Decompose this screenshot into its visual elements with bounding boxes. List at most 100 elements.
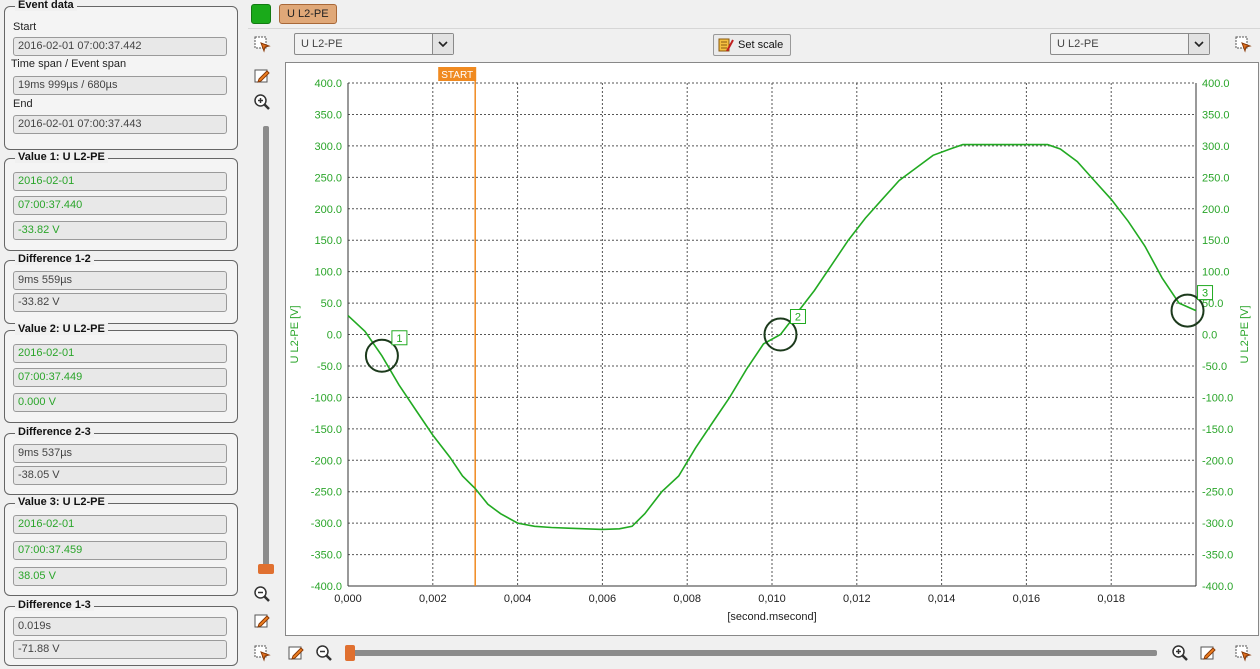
active-channel-indicator[interactable] [251,4,271,24]
x-tick-label: 0,012 [843,593,871,605]
y-tick-label-left: 200.0 [314,204,342,216]
value1-value-field[interactable]: -33.82 V [13,221,227,240]
start-field[interactable]: 2016-02-01 07:00:37.442 [13,37,227,56]
y-tick-label-left: -400.0 [311,581,342,593]
value3-title: Value 3: U L2-PE [15,496,108,508]
y-tick-label-left: 300.0 [314,141,342,153]
y-tick-label-right: 0.0 [1202,330,1217,342]
end-label: End [13,98,33,110]
zoom-in-icon[interactable] [1170,643,1190,663]
value1-group: Value 1: U L2-PE 2016-02-01 07:00:37.440… [4,151,238,251]
channel-tag-button[interactable]: U L2-PE [279,4,337,24]
value1-title: Value 1: U L2-PE [15,151,108,163]
value2-value-field[interactable]: 0.000 V [13,393,227,412]
select-cursor-icon[interactable] [1233,34,1253,54]
diff12-title: Difference 1-2 [15,253,94,265]
value3-group: Value 3: U L2-PE 2016-02-01 07:00:37.459… [4,496,238,596]
y-tick-label-left: 400.0 [314,78,342,90]
y-axis-label-right: U L2-PE [V] [1239,305,1251,363]
end-field[interactable]: 2016-02-01 07:00:37.443 [13,115,227,134]
diff13-group: Difference 1-3 0.019s -71.88 V [4,599,238,666]
y-tick-label-right: -250.0 [1202,487,1233,499]
x-tick-label: 0,010 [758,593,786,605]
y-axis-label-left: U L2-PE [V] [289,305,301,363]
y-tick-label-left: -250.0 [311,487,342,499]
left-channel-select-value: U L2-PE [301,38,343,50]
value2-time-field[interactable]: 07:00:37.449 [13,368,227,387]
diff23-title: Difference 2-3 [15,426,94,438]
value2-title: Value 2: U L2-PE [15,323,108,335]
y-tick-label-left: -300.0 [311,518,342,530]
y-tick-label-right: -350.0 [1202,550,1233,562]
x-tick-label: 0,014 [928,593,956,605]
left-channel-select[interactable]: U L2-PE [294,33,454,55]
diff23-group: Difference 2-3 9ms 537µs -38.05 V [4,426,238,495]
set-scale-button[interactable]: Set scale [713,34,791,56]
diff23-time-field[interactable]: 9ms 537µs [13,444,227,463]
diff12-time-field[interactable]: 9ms 559µs [13,271,227,290]
value1-date-field[interactable]: 2016-02-01 [13,172,227,191]
y-tick-label-right: 100.0 [1202,267,1230,279]
zoom-out-icon[interactable] [314,643,334,663]
value3-value-field[interactable]: 38.05 V [13,567,227,586]
diff23-value-field[interactable]: -38.05 V [13,466,227,485]
x-tick-label: 0,000 [334,593,362,605]
x-tick-label: 0,016 [1013,593,1041,605]
right-channel-select-value: U L2-PE [1057,38,1099,50]
zoom-in-icon[interactable] [252,92,272,112]
set-scale-label: Set scale [738,39,784,51]
right-channel-select[interactable]: U L2-PE [1050,33,1210,55]
y-tick-label-left: -100.0 [311,392,342,404]
x-tick-label: 0,018 [1097,593,1125,605]
y-tick-label-left: -150.0 [311,424,342,436]
cursor-label: 3 [1202,288,1208,300]
edit-icon[interactable] [1198,643,1218,663]
y-tick-label-right: 200.0 [1202,204,1230,216]
waveform-chart[interactable]: 400.0 400.0350.0 350.0300.0 300.0250.0 250.0… [286,63,1258,635]
zoom-out-icon[interactable] [252,584,272,604]
vertical-zoom-slider[interactable] [263,126,269,572]
y-tick-label-right: 250.0 [1202,172,1230,184]
y-tick-label-left: 250.0 [314,172,342,184]
value2-date-field[interactable]: 2016-02-01 [13,344,227,363]
x-tick-label: 0,002 [419,593,447,605]
span-field[interactable]: 19ms 999µs / 680µs [13,76,227,95]
y-tick-label-left: 150.0 [314,235,342,247]
diff12-value-field[interactable]: -33.82 V [13,293,227,312]
y-tick-label-left: 350.0 [314,109,342,121]
x-tick-label: 0,008 [673,593,701,605]
diff13-value-field[interactable]: -71.88 V [13,640,227,659]
cursor-label: 1 [396,333,402,345]
y-tick-label-left: 100.0 [314,267,342,279]
value2-group: Value 2: U L2-PE 2016-02-01 07:00:37.449… [4,323,238,423]
horizontal-slider-handle[interactable] [345,645,355,661]
select-cursor-icon[interactable] [252,34,272,54]
top-separator [248,28,1260,29]
edit-icon[interactable] [252,66,272,86]
y-tick-label-right: -300.0 [1202,518,1233,530]
edit-icon[interactable] [286,643,306,663]
chevron-down-icon[interactable] [432,34,453,54]
y-tick-label-left: -50.0 [317,361,342,373]
y-tick-label-right: -200.0 [1202,455,1233,467]
y-tick-label-right: -50.0 [1202,361,1227,373]
edit-icon[interactable] [252,611,272,631]
value3-time-field[interactable]: 07:00:37.459 [13,541,227,560]
y-tick-label-left: -350.0 [311,550,342,562]
diff12-group: Difference 1-2 9ms 559µs -33.82 V [4,253,238,324]
vertical-slider-handle[interactable] [258,564,274,574]
horizontal-zoom-slider[interactable] [345,650,1157,656]
waveform-plot-area[interactable]: 400.0 400.0 350.0 350.0 300.0 300.0 250.0 250.0… [285,62,1259,636]
span-label: Time span / Event span [11,58,127,70]
diff13-time-field[interactable]: 0.019s [13,617,227,636]
value1-time-field[interactable]: 07:00:37.440 [13,196,227,215]
value3-date-field[interactable]: 2016-02-01 [13,515,227,534]
y-tick-label-right: 400.0 [1202,78,1230,90]
x-tick-label: 0,004 [504,593,532,605]
select-cursor-icon[interactable] [252,643,272,663]
set-scale-icon [718,37,734,53]
diff13-title: Difference 1-3 [15,599,94,611]
y-tick-label-right: -400.0 [1202,581,1233,593]
select-cursor-icon[interactable] [1233,643,1253,663]
chevron-down-icon[interactable] [1188,34,1209,54]
